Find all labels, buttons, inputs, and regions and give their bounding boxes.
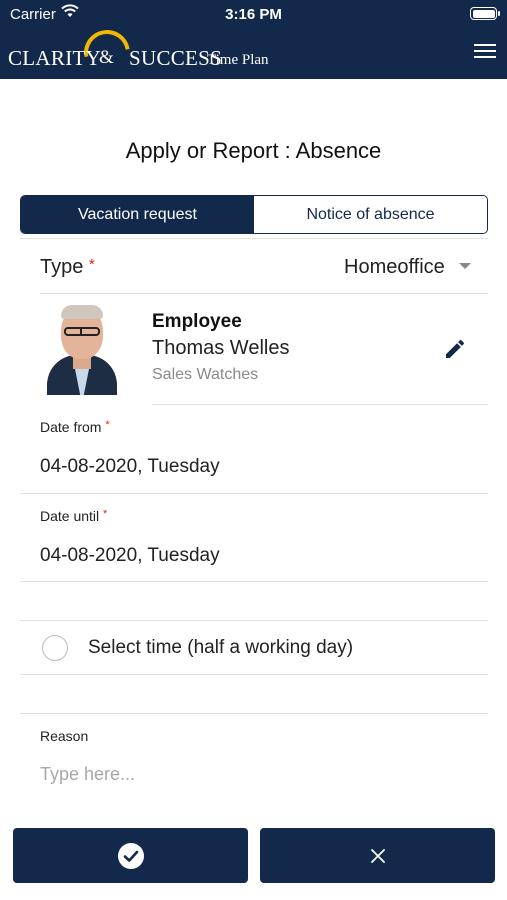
absence-type-tabs: Vacation request Notice of absence <box>20 195 488 234</box>
date-until-label-text: Date until <box>40 508 100 524</box>
submit-button[interactable] <box>13 828 248 883</box>
hamburger-menu-icon[interactable] <box>474 44 496 60</box>
type-select[interactable]: Homeoffice <box>344 256 445 279</box>
divider <box>20 620 488 621</box>
divider <box>20 493 488 494</box>
reason-input[interactable] <box>40 761 480 787</box>
brand-word-timeplan: Time Plan <box>207 52 269 68</box>
divider <box>40 293 488 294</box>
divider <box>20 581 488 582</box>
type-label: Type * <box>40 256 95 279</box>
employee-name: Thomas Welles <box>152 337 290 359</box>
chevron-down-icon[interactable] <box>459 263 471 269</box>
divider <box>20 674 488 675</box>
battery-icon <box>470 7 500 20</box>
status-time: 3:16 PM <box>225 6 282 23</box>
avatar <box>47 303 117 395</box>
employee-heading: Employee <box>152 311 242 332</box>
page-title: Apply or Report : Absence <box>125 138 382 163</box>
date-from-field[interactable]: 04-08-2020, Tuesday <box>40 456 220 478</box>
tab-notice-of-absence[interactable]: Notice of absence <box>254 196 487 233</box>
brand-word-clarity: CLARITY <box>8 46 102 70</box>
pencil-icon[interactable] <box>443 337 467 361</box>
required-mark: * <box>105 419 110 431</box>
app-header: Carrier 3:16 PM CLARITY & SUCCESS Time P… <box>0 0 507 79</box>
divider <box>20 238 488 239</box>
check-circle-icon <box>117 842 144 869</box>
date-until-label: Date until * <box>40 508 107 524</box>
date-from-label: Date from * <box>40 419 110 435</box>
divider <box>20 713 488 714</box>
reason-label: Reason <box>40 728 89 744</box>
cancel-button[interactable] <box>260 828 495 883</box>
required-mark: * <box>88 256 95 273</box>
tab-vacation-request[interactable]: Vacation request <box>21 196 254 233</box>
type-label-text: Type <box>40 256 84 278</box>
brand-ampersand: & <box>99 47 114 68</box>
date-until-field[interactable]: 04-08-2020, Tuesday <box>40 545 220 567</box>
half-day-label: Select time (half a working day) <box>88 637 354 658</box>
half-day-radio[interactable] <box>42 635 68 661</box>
date-from-label-text: Date from <box>40 419 102 435</box>
required-mark: * <box>103 508 108 520</box>
divider <box>152 404 488 405</box>
employee-department: Sales Watches <box>152 366 259 383</box>
close-icon <box>370 848 385 863</box>
status-bar: Carrier 3:16 PM <box>0 0 507 28</box>
